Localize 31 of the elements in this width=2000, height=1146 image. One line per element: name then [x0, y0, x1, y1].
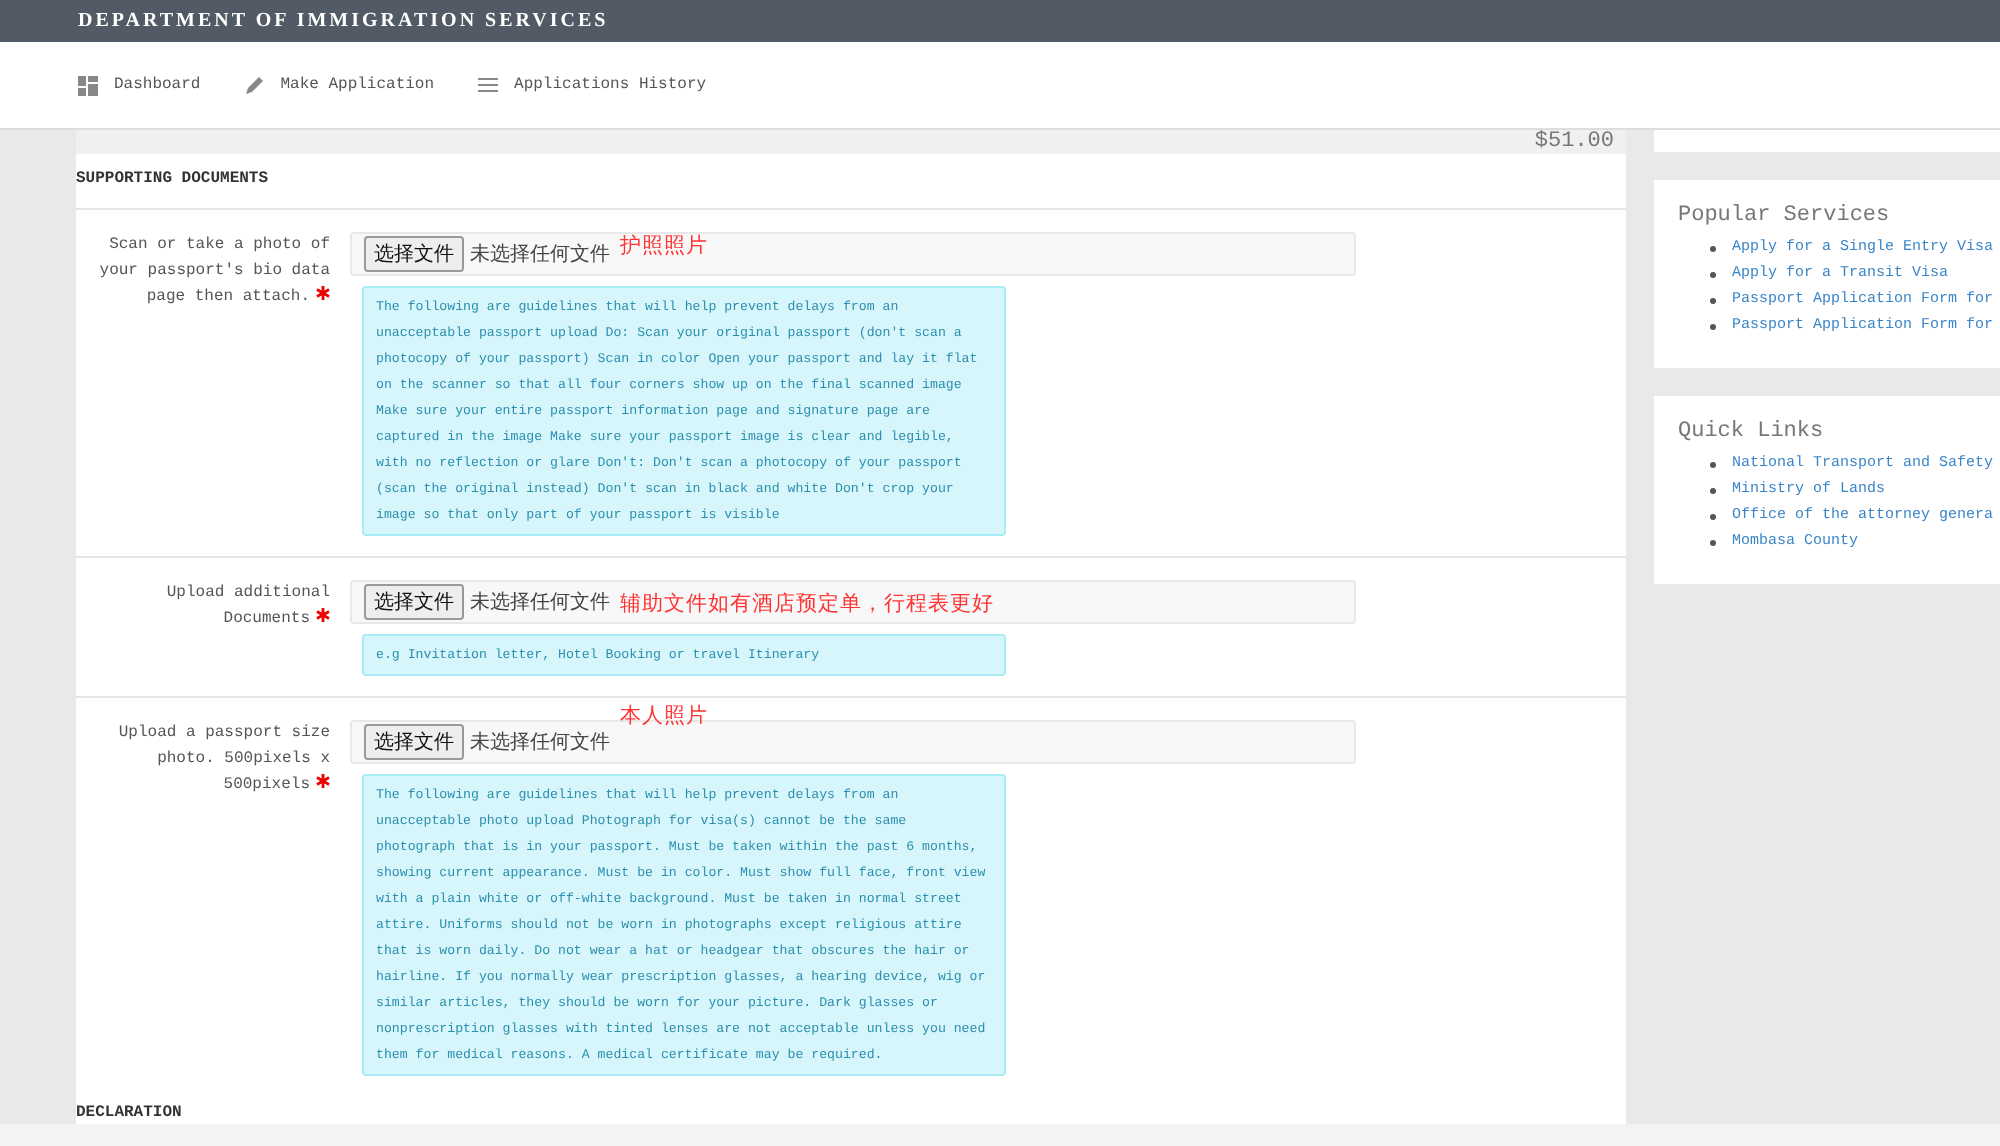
- choose-file-button[interactable]: 选择文件: [364, 584, 464, 620]
- bullet-icon: [1710, 246, 1716, 252]
- nav-link[interactable]: Make Application: [244, 75, 435, 95]
- nav-link[interactable]: Applications History: [478, 75, 707, 95]
- nav-link[interactable]: Dashboard: [78, 75, 201, 95]
- file-status: 未选择任何文件: [470, 589, 610, 616]
- choose-file-button[interactable]: 选择文件: [364, 236, 464, 272]
- card-title: Popular Services: [1678, 204, 1892, 228]
- annotation-text: 辅助文件如有酒店预定单，行程表更好: [620, 590, 994, 618]
- file-status: 未选择任何文件: [470, 241, 610, 268]
- annotation-text: 护照照片: [620, 232, 708, 260]
- card-title: Quick Links: [1678, 420, 1826, 444]
- choose-file-button[interactable]: 选择文件: [364, 724, 464, 760]
- pencil-icon: [244, 75, 265, 95]
- bullet-icon: [1710, 462, 1716, 468]
- section-heading: DECLARATION: [76, 1102, 184, 1126]
- field-label: Upload additional Documents: [164, 582, 330, 632]
- bullet-icon: [1710, 298, 1716, 304]
- list-icon: [478, 75, 499, 95]
- site-title: DEPARTMENT OF IMMIGRATION SERVICES: [78, 9, 609, 33]
- bullet-icon: [1710, 514, 1716, 520]
- bullet-icon: [1710, 540, 1716, 546]
- section-heading: SUPPORTING DOCUMENTS: [76, 168, 271, 192]
- file-status: 未选择任何文件: [470, 729, 610, 756]
- bullet-icon: [1710, 488, 1716, 494]
- bullet-icon: [1710, 324, 1716, 330]
- field-label: Upload a passport size photo. 500pixels x 500pixels: [116, 722, 330, 798]
- total-amount: $51.00: [1534, 130, 1614, 154]
- bullet-icon: [1710, 272, 1716, 278]
- field-label: Scan or take a photo of your passport's bio data page then attach.: [97, 234, 330, 310]
- dashboard-icon: [78, 75, 98, 95]
